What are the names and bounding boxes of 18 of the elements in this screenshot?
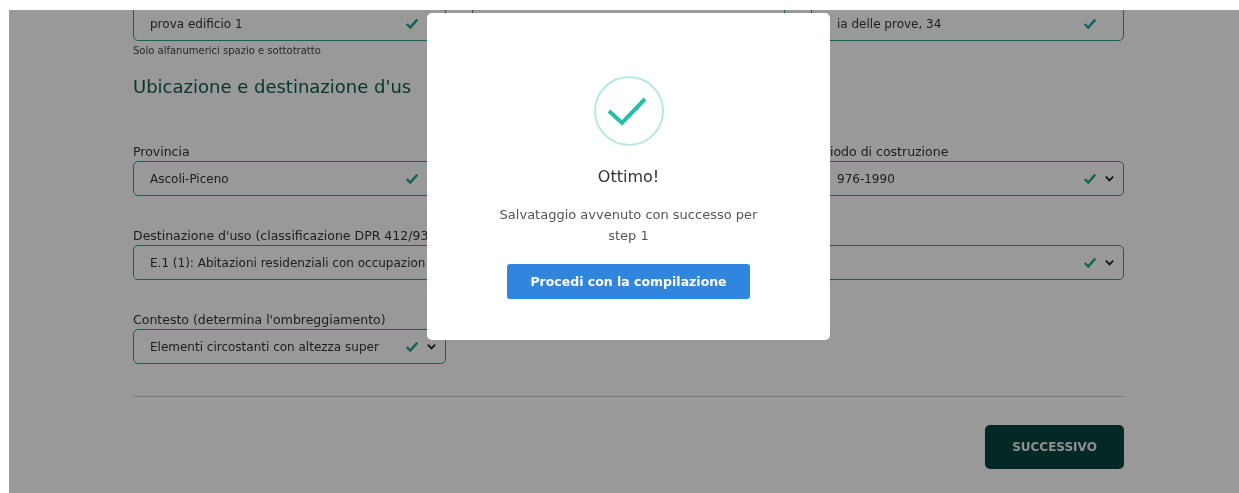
field-value: 976-1990 bbox=[837, 171, 896, 186]
field-value: E.1 (1): Abitazioni residenziali con occupazion bbox=[150, 255, 426, 270]
field-value: ia delle prove, 34 bbox=[837, 16, 943, 31]
field-value: Elementi circostanti con altezza super bbox=[150, 339, 380, 354]
field-label: iodo di costruzione bbox=[830, 144, 949, 159]
dialog-title: Ottimo! bbox=[597, 167, 660, 186]
field-value: prova edificio 1 bbox=[150, 16, 244, 31]
field-value: Ascoli-Piceno bbox=[150, 171, 230, 186]
section-title: Ubicazione e destinazione d'us bbox=[133, 76, 413, 97]
proceed-button[interactable]: Procedi con la compilazione bbox=[507, 264, 750, 299]
field-label: Provincia bbox=[133, 144, 190, 159]
field-label: Destinazione d'uso (classificazione DPR 412/93 bbox=[133, 228, 429, 243]
select-field[interactable]: Elementi circostanti con altezza super bbox=[133, 329, 446, 364]
next-button[interactable]: SUCCESSIVO bbox=[985, 425, 1124, 469]
field-label: Contesto (determina l'ombreggiamento) bbox=[133, 312, 386, 327]
success-check-icon bbox=[592, 75, 665, 147]
dialog-message: Salvataggio avvenuto con successo per step 1 bbox=[498, 206, 759, 245]
field-hint: Solo alfanumerici spazio e sottotratto bbox=[133, 45, 322, 56]
